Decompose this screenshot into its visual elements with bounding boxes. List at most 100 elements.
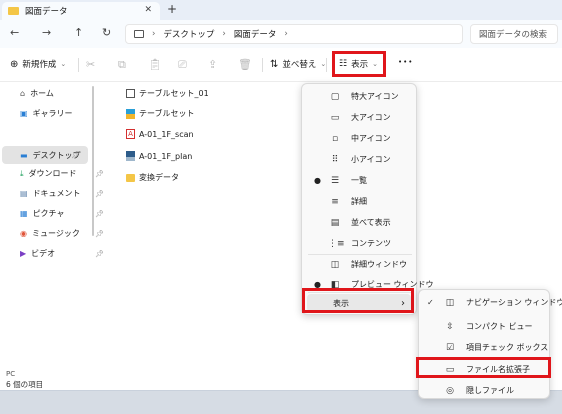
menu-item-medium-icons[interactable]: ▫ 中アイコン <box>328 133 391 144</box>
sidebar-item-label: ホーム <box>30 89 54 98</box>
new-button[interactable]: ⊕ 新規作成 ⌄ <box>10 58 66 71</box>
sidebar-item-documents[interactable]: ▤ ドキュメント 📌︎ <box>20 188 104 199</box>
menu-item-content[interactable]: ⋮≡ コンテンツ <box>328 238 391 249</box>
divider <box>262 58 263 72</box>
menu-item-label: 項目チェック ボックス <box>466 343 549 352</box>
command-bar: ⊕ 新規作成 ⌄ ✂ ⧉ 📋︎ ⎚ ⇪ 🗑︎ ⇅ 並べ替え ⌄ ☷ 表示 ⌄ •… <box>0 48 562 82</box>
paste-icon[interactable]: 📋︎ <box>148 58 162 71</box>
sidebar-item-label: ビデオ <box>31 249 56 258</box>
menu-item-hidden-items[interactable]: ◎ 隠しファイル <box>443 385 514 396</box>
menu-item-label: ナビゲーション ウィンドウ <box>466 298 562 307</box>
home-icon: ⌂ <box>20 89 26 98</box>
sort-button[interactable]: ⇅ 並べ替え ⌄ <box>270 58 326 71</box>
breadcrumb-chevron-icon: › <box>152 29 156 39</box>
sidebar-item-label: ピクチャ <box>32 209 65 218</box>
new-button-label: 新規作成 <box>22 60 57 70</box>
list-item[interactable]: 変換データ <box>126 172 179 183</box>
sidebar-item-desktop[interactable]: ▬ デスクトップ 📌︎ <box>2 146 88 164</box>
sidebar-item-home[interactable]: ⌂ ホーム <box>20 88 54 99</box>
sidebar-item-label: ミュージック <box>31 229 80 238</box>
list-item[interactable]: テーブルセット <box>126 108 195 119</box>
cut-icon[interactable]: ✂ <box>86 58 95 71</box>
menu-item-label: 中アイコン <box>351 134 391 143</box>
up-button[interactable]: ↑ <box>74 26 83 39</box>
title-bar: 図面データ ✕ + <box>0 0 562 20</box>
menu-item-navigation-pane[interactable]: ✓ ◫ ナビゲーション ウィンドウ <box>427 297 562 308</box>
back-button[interactable]: ← <box>10 26 19 39</box>
sidebar-item-pictures[interactable]: ▦ ピクチャ 📌︎ <box>20 208 104 219</box>
sidebar-item-pc[interactable]: PC <box>6 370 15 378</box>
sidebar-item-downloads[interactable]: ⤓ ダウンロード 📌︎ <box>20 168 104 179</box>
cad-file-icon <box>126 151 135 161</box>
extra-large-icons-icon: ▢ <box>330 91 340 102</box>
menu-item-item-check-boxes[interactable]: ☑ 項目チェック ボックス <box>443 342 548 353</box>
breadcrumb-desktop[interactable]: デスクトップ <box>163 28 214 40</box>
menu-item-compact-view[interactable]: ⇳ コンパクト ビュー <box>443 321 533 332</box>
pin-icon: 📌︎ <box>95 189 104 198</box>
search-input[interactable]: 図面データの検索 <box>470 24 558 44</box>
rename-icon[interactable]: ⎚ <box>178 58 187 72</box>
menu-item-large-icons[interactable]: ▭ 大アイコン <box>328 112 391 123</box>
menu-item-label: コンパクト ビュー <box>466 322 533 331</box>
more-options-button[interactable]: ••• <box>398 58 413 66</box>
menu-item-label: 一覧 <box>351 176 367 185</box>
menu-item-label: コンテンツ <box>351 239 391 248</box>
checkbox-icon: ☑ <box>445 342 455 353</box>
status-item-count: 6 個の項目 <box>6 380 44 389</box>
menu-item-tiles[interactable]: ▤ 並べて表示 <box>328 217 391 228</box>
forward-button[interactable]: → <box>42 26 51 39</box>
delete-icon[interactable]: 🗑︎ <box>238 58 252 71</box>
pdf-file-icon: A <box>126 129 135 139</box>
list-icon: ☰ <box>330 175 340 186</box>
menu-item-label: 詳細ウィンドウ <box>351 260 407 269</box>
menu-item-label: 大アイコン <box>351 113 391 122</box>
eye-icon: ◎ <box>446 385 454 396</box>
pin-icon: 📌︎ <box>95 209 104 218</box>
small-icons-icon: ⠿ <box>331 154 339 165</box>
breadcrumb-folder[interactable]: 図面データ <box>234 28 277 40</box>
menu-item-details-pane[interactable]: ◫ 詳細ウィンドウ <box>328 259 407 270</box>
refresh-button[interactable]: ↻ <box>102 26 111 39</box>
file-name: テーブルセット_01 <box>139 89 209 98</box>
list-item[interactable]: A-01_1F_plan <box>126 151 192 161</box>
navigation-pane-icon: ◫ <box>445 297 455 308</box>
table-file-icon <box>126 108 135 119</box>
highlight-view-button <box>332 51 386 77</box>
close-tab-icon[interactable]: ✕ <box>144 5 152 15</box>
file-name: 変換データ <box>139 173 179 182</box>
document-icon: ▤ <box>20 189 28 198</box>
folder-icon <box>126 173 135 182</box>
pin-icon: 📌︎ <box>71 151 80 159</box>
sidebar-scrollbar[interactable] <box>92 86 94 236</box>
menu-item-label: 隠しファイル <box>466 386 514 395</box>
sort-button-label: 並べ替え <box>282 60 317 70</box>
folder-icon <box>8 7 19 15</box>
sidebar-item-music[interactable]: ◉ ミュージック 📌︎ <box>20 228 104 239</box>
new-tab-button[interactable]: + <box>167 2 177 16</box>
navigation-pane: ⌂ ホーム ▣ ギャラリー ▬ デスクトップ 📌︎ ⤓ ダウンロード 📌︎ ▤ … <box>0 82 104 378</box>
tab-current[interactable]: 図面データ ✕ <box>2 2 160 20</box>
address-row: ← → ↑ ↻ › デスクトップ › 図面データ › 図面データの検索 <box>0 20 562 48</box>
sidebar-item-label: ドキュメント <box>32 189 81 198</box>
address-bar[interactable]: › デスクトップ › 図面データ › <box>125 24 463 44</box>
share-icon[interactable]: ⇪ <box>208 58 217 71</box>
menu-item-details[interactable]: ≡ 詳細 <box>328 196 367 207</box>
sidebar-item-videos[interactable]: ▶ ビデオ 📌︎ <box>20 248 104 259</box>
menu-item-small-icons[interactable]: ⠿ 小アイコン <box>328 154 391 165</box>
file-name: A-01_1F_scan <box>139 129 194 139</box>
menu-item-list[interactable]: ● ☰ 一覧 <box>314 175 367 186</box>
sidebar-item-gallery[interactable]: ▣ ギャラリー <box>20 108 73 119</box>
menu-item-label: 並べて表示 <box>351 218 391 227</box>
pc-icon <box>134 30 144 38</box>
file-name: A-01_1F_plan <box>139 151 193 161</box>
download-icon: ⤓ <box>20 168 24 178</box>
copy-icon[interactable]: ⧉ <box>118 58 126 72</box>
sidebar-item-label: ギャラリー <box>32 109 73 118</box>
list-item[interactable]: A A-01_1F_scan <box>126 129 194 139</box>
list-item[interactable]: テーブルセット_01 <box>126 88 209 99</box>
pin-icon: 📌︎ <box>95 249 104 258</box>
menu-item-extra-large-icons[interactable]: ▢ 特大アイコン <box>328 91 399 102</box>
tab-title: 図面データ <box>25 7 68 17</box>
medium-icons-icon: ▫ <box>331 133 339 144</box>
plus-circle-icon: ⊕ <box>10 58 19 70</box>
